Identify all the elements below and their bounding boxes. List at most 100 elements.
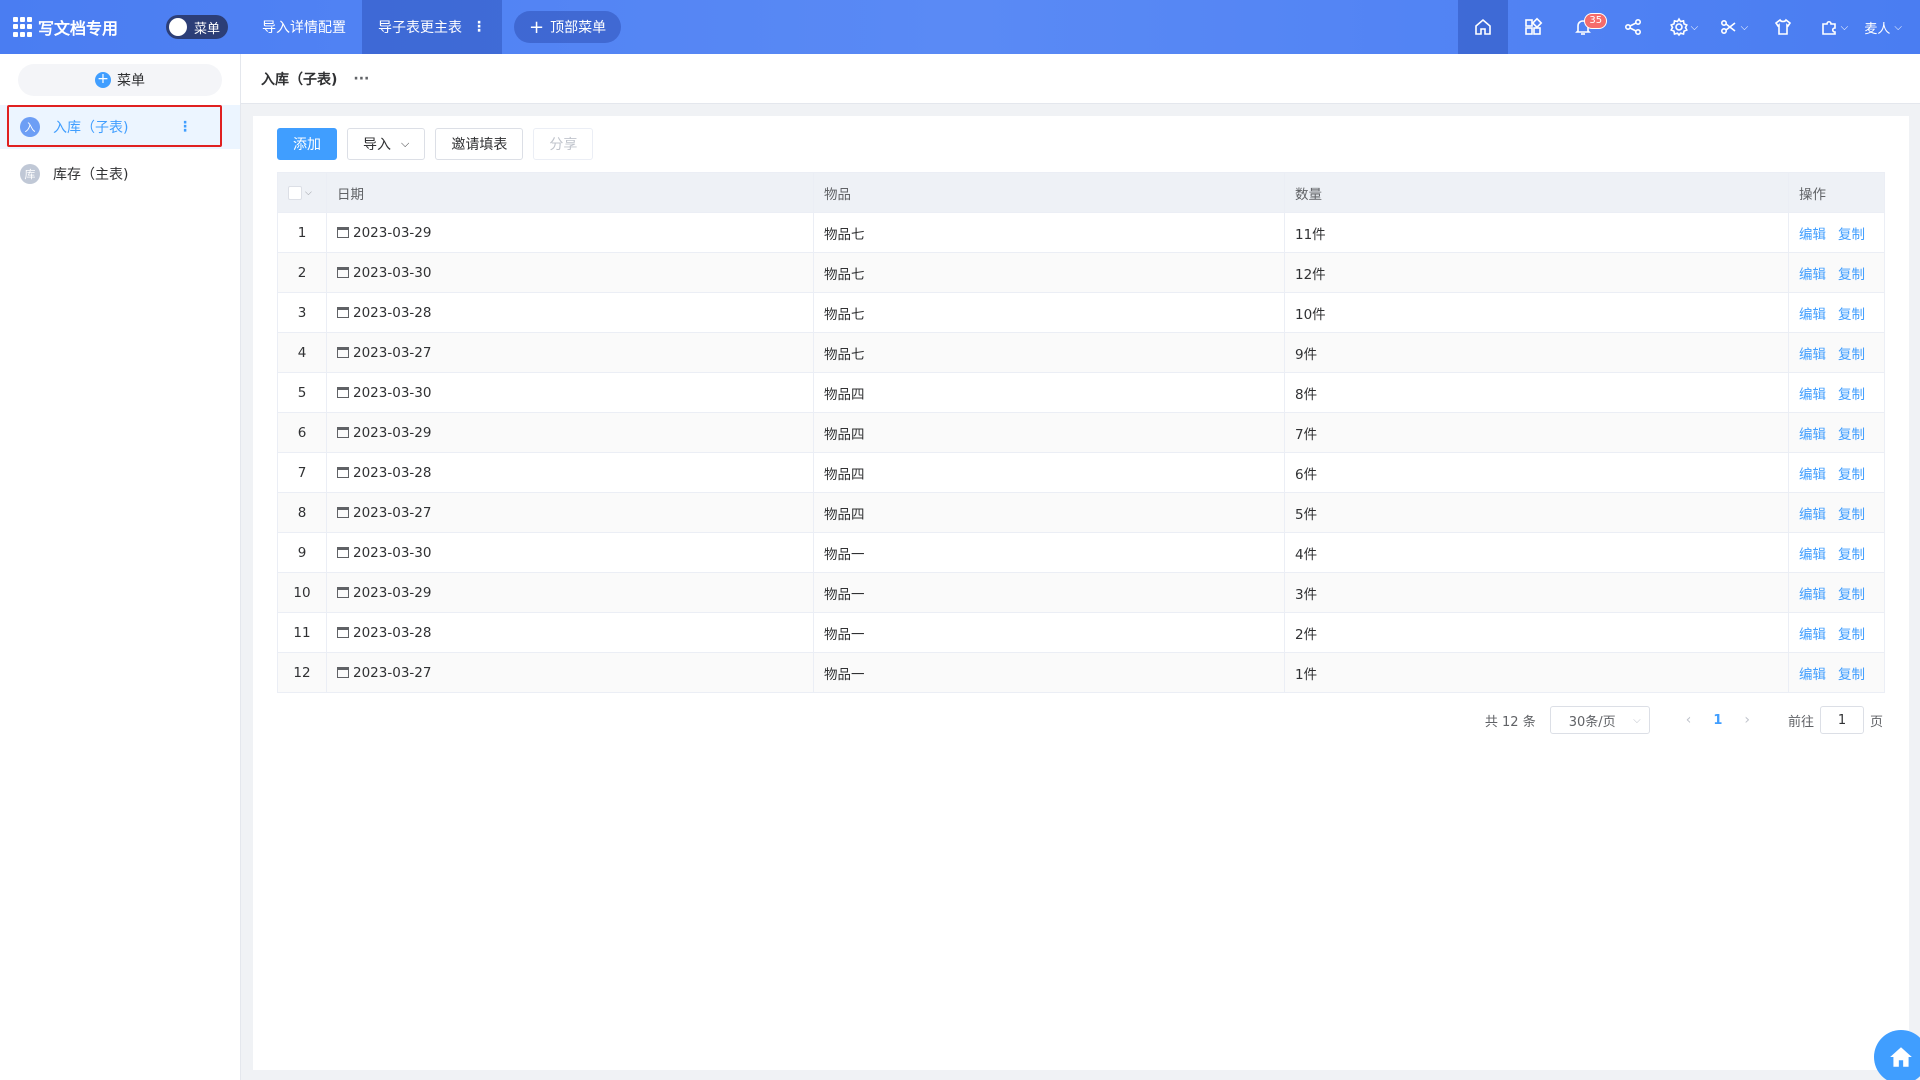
edit-link[interactable]: 编辑	[1799, 587, 1826, 603]
copy-link[interactable]: 复制	[1838, 627, 1865, 643]
calendar-icon	[337, 546, 349, 558]
sidebar-item-inventory[interactable]: 库 库存（主表)	[0, 152, 240, 196]
table-row[interactable]: 9 2023-03-30 物品一 4件 编辑 复制	[277, 532, 1885, 573]
share-button[interactable]	[1608, 0, 1658, 54]
plugin-button[interactable]: ⌵	[1808, 0, 1858, 54]
edit-link[interactable]: 编辑	[1799, 627, 1826, 643]
select-all-header[interactable]: ⌵	[277, 172, 327, 213]
edit-link[interactable]: 编辑	[1799, 507, 1826, 523]
copy-link[interactable]: 复制	[1838, 467, 1865, 483]
actions-cell: 编辑 复制	[1788, 252, 1885, 293]
calendar-icon	[337, 586, 349, 598]
prev-page-icon[interactable]: ‹	[1686, 712, 1692, 728]
goto-page-input[interactable]: 1	[1819, 706, 1864, 734]
current-page[interactable]: 1	[1713, 713, 1722, 728]
next-page-icon[interactable]: ›	[1744, 712, 1750, 728]
table-row[interactable]: 12 2023-03-27 物品一 1件 编辑 复制	[277, 652, 1885, 693]
actions-cell: 编辑 复制	[1788, 492, 1885, 533]
row-number: 11	[277, 612, 327, 653]
row-number: 6	[277, 412, 327, 453]
more-horizontal-icon[interactable]: ···	[353, 71, 369, 87]
item-cell: 物品四	[813, 452, 1285, 493]
edit-link[interactable]: 编辑	[1799, 227, 1826, 243]
chevron-down-icon[interactable]: ⌵	[305, 188, 312, 198]
copy-link[interactable]: 复制	[1838, 547, 1865, 563]
tab-more-icon[interactable]: ⋮	[472, 19, 486, 35]
tab-import-detail-config[interactable]: 导入详情配置	[246, 0, 362, 54]
table-row[interactable]: 1 2023-03-29 物品七 11件 编辑 复制	[277, 212, 1885, 253]
house-icon	[1890, 1047, 1912, 1067]
add-top-menu-label: 顶部菜单	[550, 20, 607, 36]
tools-button[interactable]: ⌵	[1708, 0, 1758, 54]
page-jump: 前往 1 页	[1788, 706, 1883, 734]
date-value: 2023-03-30	[353, 384, 432, 401]
qty-cell: 6件	[1284, 452, 1789, 493]
copy-link[interactable]: 复制	[1838, 227, 1865, 243]
select-all-checkbox[interactable]	[288, 185, 302, 200]
copy-link[interactable]: 复制	[1838, 347, 1865, 363]
add-button[interactable]: 添加	[277, 128, 337, 160]
date-value: 2023-03-28	[353, 304, 432, 321]
sidebar-add-menu-button[interactable]: + 菜单	[18, 64, 222, 96]
table-row[interactable]: 6 2023-03-29 物品四 7件 编辑 复制	[277, 412, 1885, 453]
column-header-qty[interactable]: 数量	[1284, 172, 1789, 213]
menu-toggle-switch[interactable]: 菜单	[166, 15, 229, 39]
date-value: 2023-03-29	[353, 424, 432, 441]
invite-fill-button[interactable]: 邀请填表	[435, 128, 524, 160]
row-number: 10	[277, 572, 327, 613]
table-row[interactable]: 8 2023-03-27 物品四 5件 编辑 复制	[277, 492, 1885, 533]
copy-link[interactable]: 复制	[1838, 267, 1865, 283]
page-size-select[interactable]: 30条/页 ⌵	[1549, 706, 1650, 734]
table-row[interactable]: 5 2023-03-30 物品四 8件 编辑 复制	[277, 372, 1885, 413]
notification-button[interactable]: 35	[1558, 0, 1608, 54]
edit-link[interactable]: 编辑	[1799, 427, 1826, 443]
date-value: 2023-03-28	[353, 464, 432, 481]
table-row[interactable]: 4 2023-03-27 物品七 9件 编辑 复制	[277, 332, 1885, 373]
copy-link[interactable]: 复制	[1838, 507, 1865, 523]
table-row[interactable]: 7 2023-03-28 物品四 6件 编辑 复制	[277, 452, 1885, 493]
column-header-item[interactable]: 物品	[813, 172, 1285, 213]
settings-button[interactable]: ⌵	[1658, 0, 1708, 54]
table-row[interactable]: 3 2023-03-28 物品七 10件 编辑 复制	[277, 292, 1885, 333]
home-button[interactable]	[1458, 0, 1509, 54]
theme-button[interactable]	[1758, 0, 1808, 54]
home-icon	[1475, 18, 1492, 35]
edit-link[interactable]: 编辑	[1799, 667, 1826, 683]
row-number: 2	[277, 252, 327, 293]
edit-link[interactable]: 编辑	[1799, 387, 1826, 403]
copy-link[interactable]: 复制	[1838, 307, 1865, 323]
chevron-down-icon: ⌵	[401, 137, 410, 150]
breadcrumb: 入库（子表) ···	[241, 54, 1920, 104]
date-cell: 2023-03-28	[326, 612, 814, 653]
row-number: 4	[277, 332, 327, 373]
column-header-actions: 操作	[1788, 172, 1885, 213]
copy-link[interactable]: 复制	[1838, 427, 1865, 443]
edit-link[interactable]: 编辑	[1799, 307, 1826, 323]
apps-button[interactable]	[1508, 0, 1558, 54]
qty-cell: 5件	[1284, 492, 1789, 533]
item-cell: 物品一	[813, 612, 1285, 653]
user-menu[interactable]: 麦人 ⌵	[1864, 18, 1902, 37]
edit-link[interactable]: 编辑	[1799, 347, 1826, 363]
copy-link[interactable]: 复制	[1838, 387, 1865, 403]
top-bar: 写文档专用 菜单 导入详情配置 导子表更主表 ⋮ + 顶部菜单 35 ⌵ ⌵ ⌵…	[0, 0, 1920, 54]
date-cell: 2023-03-27	[326, 652, 814, 693]
floating-home-button[interactable]	[1874, 1030, 1920, 1080]
table-row[interactable]: 11 2023-03-28 物品一 2件 编辑 复制	[277, 612, 1885, 653]
table-body: 1 2023-03-29 物品七 11件 编辑 复制 2 2023-03-30 物品七 12件 编辑…	[277, 212, 1885, 693]
date-cell: 2023-03-29	[326, 212, 814, 253]
table-row[interactable]: 10 2023-03-29 物品一 3件 编辑 复制	[277, 572, 1885, 613]
chevron-down-icon: ⌵	[1690, 21, 1699, 33]
tab-sub-to-main[interactable]: 导子表更主表 ⋮	[362, 0, 503, 54]
edit-link[interactable]: 编辑	[1799, 467, 1826, 483]
import-dropdown-button[interactable]: 导入 ⌵	[347, 128, 426, 160]
copy-link[interactable]: 复制	[1838, 667, 1865, 683]
copy-link[interactable]: 复制	[1838, 587, 1865, 603]
column-header-date[interactable]: 日期	[326, 172, 814, 213]
table-row[interactable]: 2 2023-03-30 物品七 12件 编辑 复制	[277, 252, 1885, 293]
edit-link[interactable]: 编辑	[1799, 267, 1826, 283]
add-top-menu-button[interactable]: + 顶部菜单	[514, 11, 622, 43]
qty-cell: 1件	[1284, 652, 1789, 693]
edit-link[interactable]: 编辑	[1799, 547, 1826, 563]
app-grid-icon[interactable]	[13, 17, 33, 37]
